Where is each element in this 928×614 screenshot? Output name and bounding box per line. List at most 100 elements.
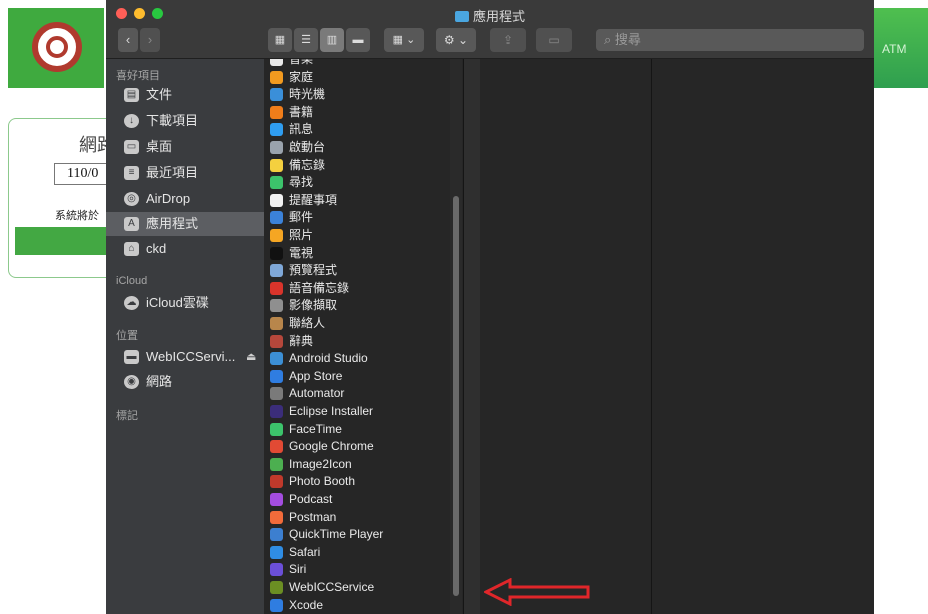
app-label: 時光機 [289, 87, 326, 102]
app-list-item[interactable]: Automator [264, 385, 464, 403]
disk-icon: ▬ [124, 350, 139, 364]
site-banner-right: ATM [872, 8, 928, 88]
app-list-item[interactable]: 音樂 [264, 59, 464, 69]
search-field[interactable]: ⌕ 搜尋 [596, 29, 864, 51]
column-gutter [464, 59, 480, 614]
app-list-item[interactable]: 電視 [264, 245, 464, 263]
search-icon: ⌕ [604, 32, 615, 47]
app-icon [270, 598, 283, 612]
app-icon [270, 352, 283, 366]
forward-button[interactable]: › [140, 28, 160, 52]
app-list-item[interactable]: Siri [264, 561, 464, 579]
app-label: 電視 [289, 245, 314, 260]
sidebar-item-webiccservice-disk[interactable]: ▬ WebICCServi... ⏏ [106, 345, 264, 369]
app-icon [270, 176, 283, 190]
app-list-item[interactable]: 尋找 [264, 174, 464, 192]
app-icon [270, 405, 283, 418]
sidebar-item-home[interactable]: ⌂ ckd [106, 237, 264, 261]
app-label: Xcode [289, 597, 324, 612]
app-list-item[interactable]: Photo Booth [264, 473, 464, 491]
view-list-button[interactable]: ☰ [294, 28, 318, 52]
app-label: 辭典 [289, 333, 314, 348]
app-list-item[interactable]: 提醒事項 [264, 192, 464, 210]
eject-icon[interactable]: ⏏ [246, 345, 256, 369]
arrange-button[interactable]: ▦ ⌄ [384, 28, 424, 52]
app-list-item[interactable]: Android Studio [264, 350, 464, 368]
app-icon [270, 246, 283, 260]
sidebar-item-airdrop[interactable]: ◎ AirDrop [106, 187, 264, 211]
app-list-item[interactable]: 照片 [264, 227, 464, 245]
view-gallery-button[interactable]: ▬ [346, 28, 370, 52]
desktop-icon: ▭ [124, 140, 139, 154]
view-columns-button[interactable]: ▥ [320, 28, 344, 52]
app-list-item[interactable]: 家庭 [264, 69, 464, 87]
app-list-item[interactable]: 啟動台 [264, 139, 464, 157]
app-list-item[interactable]: Google Chrome [264, 438, 464, 456]
app-list-item[interactable]: 書籍 [264, 104, 464, 122]
sidebar-item-desktop[interactable]: ▭ 桌面 [106, 135, 264, 159]
document-icon: ▤ [124, 88, 139, 102]
app-list-item[interactable]: 備忘錄 [264, 157, 464, 175]
sidebar-item-downloads[interactable]: ↓ 下載項目 [106, 109, 264, 133]
app-list-item[interactable]: Safari [264, 544, 464, 562]
folder-icon [454, 11, 469, 22]
app-icon [270, 123, 283, 137]
share-button[interactable]: ⇪ [490, 28, 526, 52]
back-button[interactable]: ‹ [118, 28, 138, 52]
app-list-item[interactable]: Xcode [264, 597, 464, 614]
download-icon: ↓ [124, 114, 139, 128]
app-label: WebICCService [289, 580, 375, 594]
app-list-item[interactable]: 時光機 [264, 86, 464, 104]
app-label: Siri [289, 562, 307, 577]
app-label: QuickTime Player [289, 527, 384, 542]
sidebar-item-applications[interactable]: A 應用程式 [106, 212, 264, 236]
app-list-item[interactable]: WebICCService [264, 579, 464, 597]
app-label: 書籍 [289, 104, 314, 119]
scrollbar-thumb[interactable] [453, 196, 459, 596]
app-list-item[interactable]: Eclipse Installer [264, 403, 464, 421]
app-icon [270, 422, 283, 436]
app-label: Android Studio [289, 351, 368, 366]
sidebar-item-recents[interactable]: ≡ 最近項目 [106, 161, 264, 185]
app-label: Photo Booth [289, 474, 356, 489]
app-list-item[interactable]: 辭典 [264, 333, 464, 351]
app-list-item[interactable]: 訊息 [264, 121, 464, 139]
app-icon [270, 475, 283, 489]
view-icons-button[interactable]: ▦ [268, 28, 292, 52]
app-list-item[interactable]: Podcast [264, 491, 464, 509]
app-list-item[interactable]: 郵件 [264, 209, 464, 227]
app-list-item[interactable]: 預覽程式 [264, 262, 464, 280]
background-card: 網路 110/0 系統將於 [8, 118, 124, 278]
action-gear-button[interactable]: ⚙ ⌄ [436, 28, 476, 52]
app-list-item[interactable]: QuickTime Player [264, 526, 464, 544]
cloud-icon: ☁ [124, 296, 139, 310]
app-list-item[interactable]: Image2Icon [264, 456, 464, 474]
card-note: 系統將於 [55, 210, 99, 222]
empty-column [652, 59, 874, 614]
app-label: 聯絡人 [289, 316, 326, 330]
app-list-item[interactable]: 語音備忘錄 [264, 280, 464, 298]
sidebar-item-documents[interactable]: ▤ 文件 [106, 83, 264, 107]
sidebar-item-icloud-drive[interactable]: ☁ iCloud雲碟 [106, 291, 264, 315]
sidebar-item-network[interactable]: ◉ 網路 [106, 370, 264, 394]
app-list-item[interactable]: App Store [264, 368, 464, 386]
app-label: Eclipse Installer [289, 404, 374, 418]
app-list-item[interactable]: 影像擷取 [264, 297, 464, 315]
app-icon [270, 545, 283, 559]
app-label: 郵件 [289, 210, 314, 225]
card-submit-bar[interactable] [15, 227, 119, 255]
app-list-item[interactable]: Postman [264, 509, 464, 527]
tag-button[interactable]: ▭ [536, 28, 572, 52]
app-label: 預覽程式 [289, 263, 338, 278]
app-label: 照片 [289, 228, 314, 242]
airdrop-icon: ◎ [124, 192, 139, 206]
annotation-arrow [484, 578, 590, 606]
app-list-item[interactable]: 聯絡人 [264, 315, 464, 333]
logo-emblem [32, 22, 82, 72]
app-label: 啟動台 [289, 140, 326, 154]
app-icon [270, 334, 283, 348]
app-list-item[interactable]: FaceTime [264, 421, 464, 439]
app-label: FaceTime [289, 421, 342, 436]
app-label: Safari [289, 544, 321, 559]
tags-header: 標記 [116, 410, 138, 422]
